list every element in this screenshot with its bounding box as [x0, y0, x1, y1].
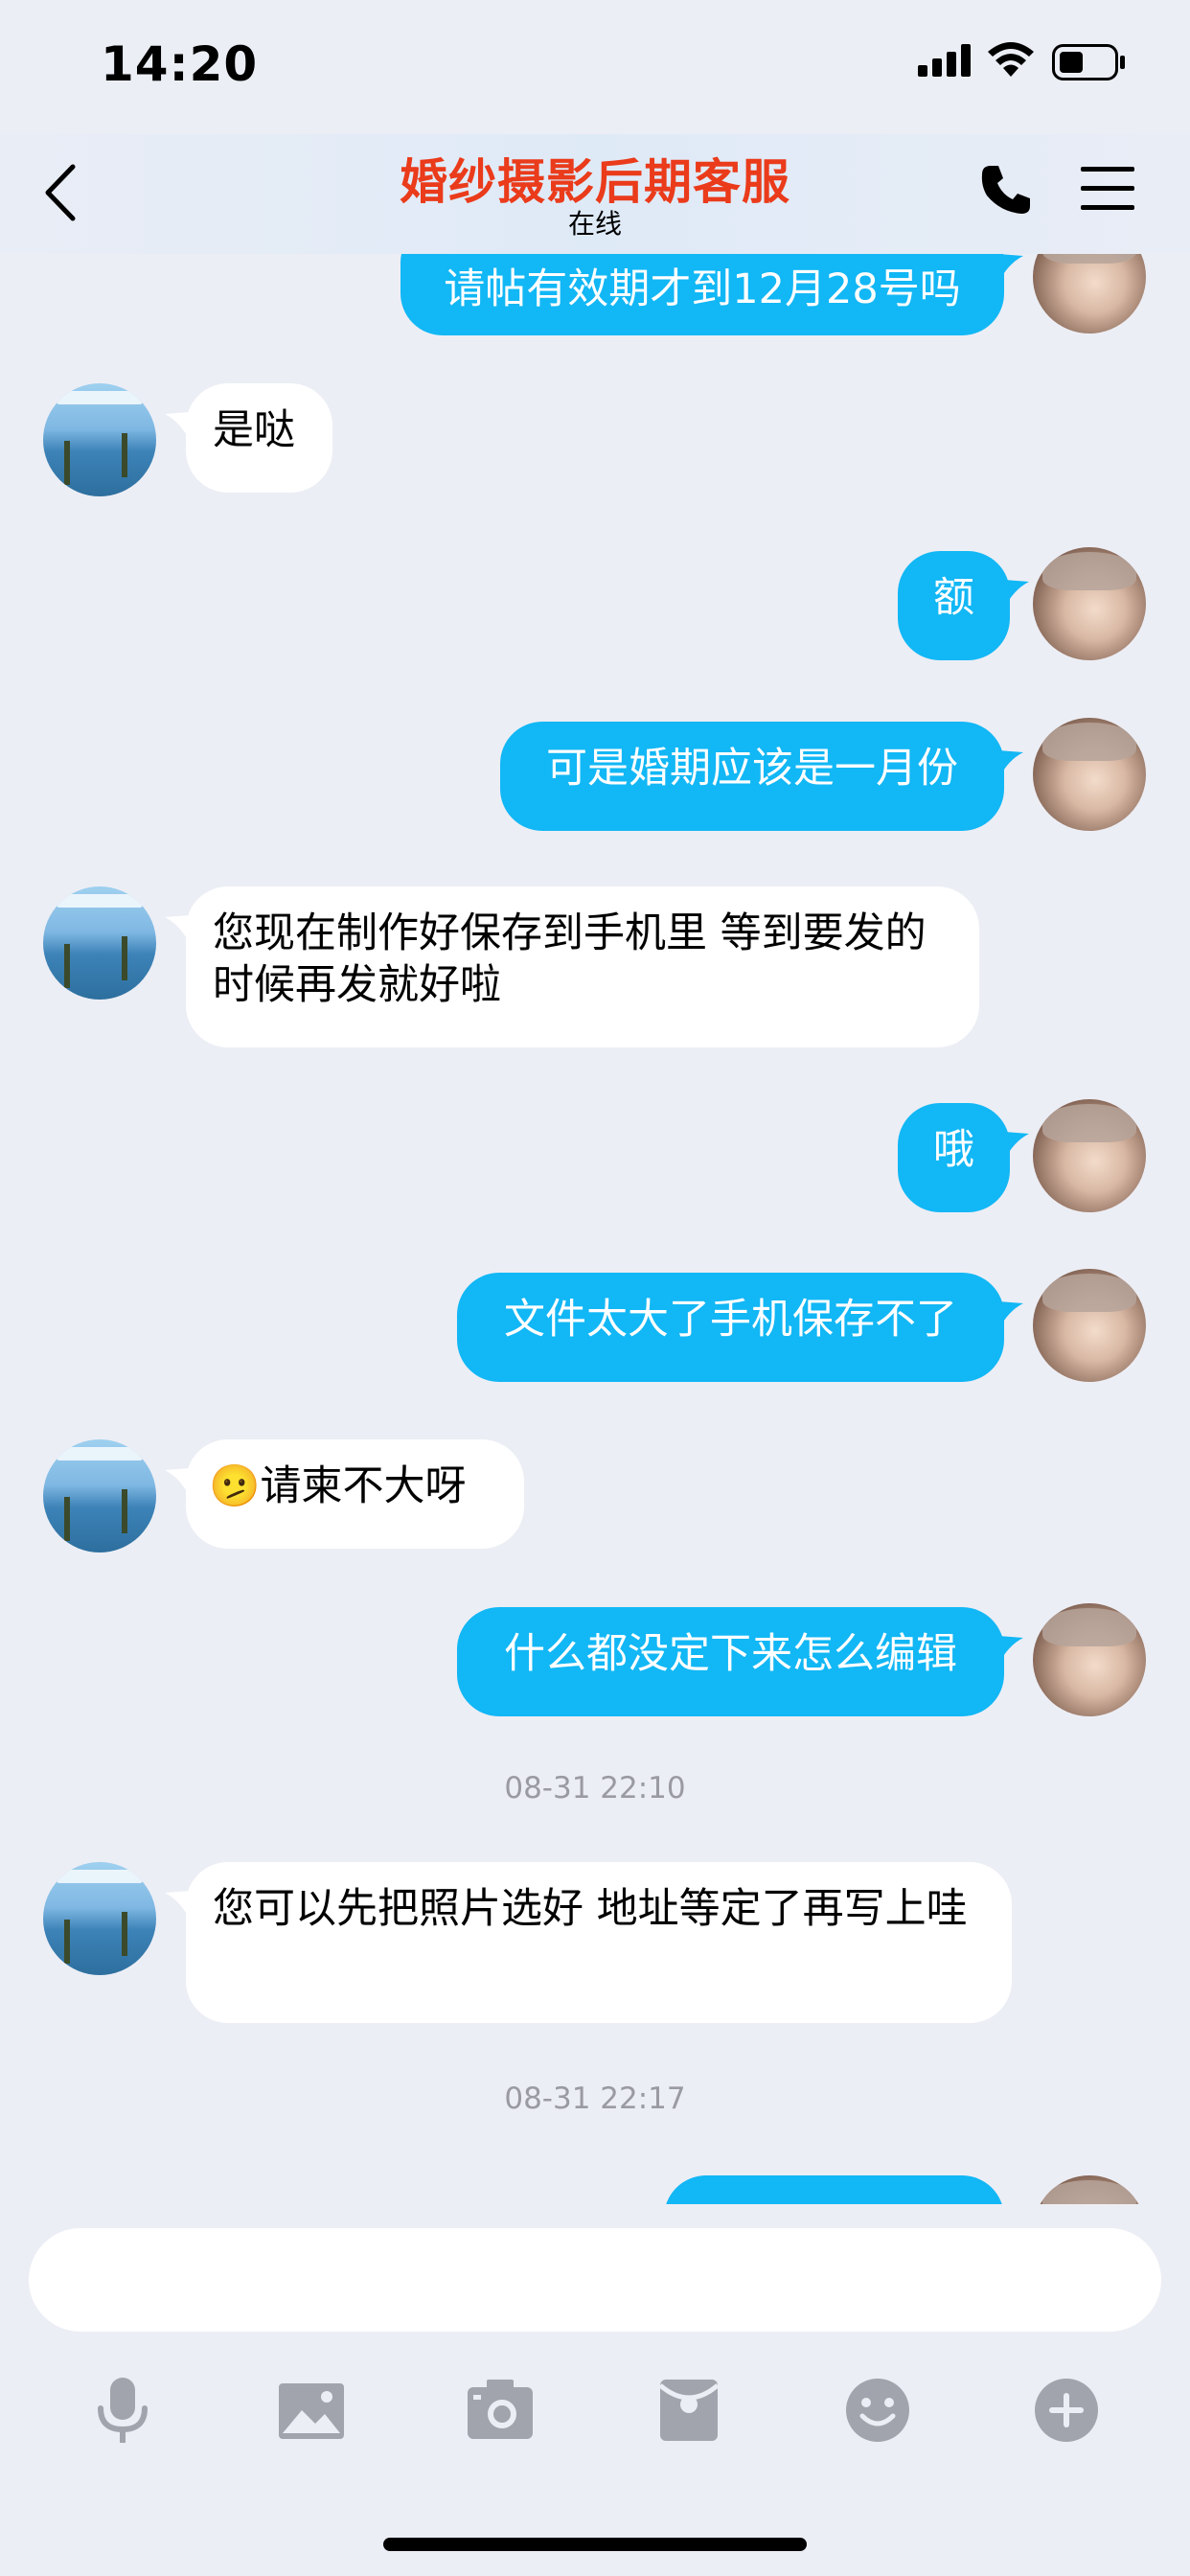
- red-packet-icon[interactable]: [651, 2372, 727, 2449]
- avatar-contact[interactable]: [43, 383, 156, 496]
- avatar-self[interactable]: [1033, 1099, 1146, 1212]
- message-row-outgoing: 可是婚期应该是一月份: [0, 718, 1190, 837]
- message-row-incoming: 您现在制作好保存到手机里 等到要发的时候再发就好啦: [0, 886, 1190, 1049]
- bubble-tail: [1004, 1132, 1029, 1161]
- message-bubble[interactable]: [664, 2175, 1004, 2204]
- message-input[interactable]: [29, 2228, 1161, 2332]
- message-text: 请柬不大呀: [260, 1462, 467, 1510]
- message-bubble[interactable]: 您可以先把照片选好 地址等定了再写上哇: [186, 1862, 1012, 2023]
- emoji-icon[interactable]: [839, 2372, 916, 2449]
- bubble-tail: [998, 1636, 1023, 1665]
- message-row-outgoing: 额: [0, 547, 1190, 666]
- avatar-self[interactable]: [1033, 1269, 1146, 1382]
- microphone-icon[interactable]: [84, 2372, 161, 2449]
- avatar-self[interactable]: [1033, 547, 1146, 660]
- message-bubble[interactable]: 哦: [898, 1103, 1010, 1212]
- avatar-contact[interactable]: [43, 1439, 156, 1552]
- avatar-self[interactable]: [1033, 718, 1146, 831]
- message-row-outgoing: 请帖有效期才到12月28号吗: [0, 254, 1190, 335]
- message-bubble[interactable]: 额: [898, 551, 1010, 660]
- image-icon[interactable]: [273, 2372, 350, 2449]
- bubble-tail: [998, 254, 1023, 283]
- message-bubble[interactable]: 可是婚期应该是一月份: [500, 722, 1004, 831]
- message-bubble[interactable]: 您现在制作好保存到手机里 等到要发的时候再发就好啦: [186, 886, 979, 1047]
- message-row-outgoing: 什么都没定下来怎么编辑: [0, 1603, 1190, 1722]
- message-row-outgoing: [0, 2175, 1190, 2204]
- camera-icon[interactable]: [462, 2372, 538, 2449]
- message-bubble[interactable]: 🫤请柬不大呀: [186, 1439, 524, 1549]
- status-time: 14:20: [101, 36, 259, 92]
- chat-header: 婚纱摄影后期客服 在线: [0, 134, 1190, 254]
- menu-icon[interactable]: [1081, 165, 1134, 213]
- message-list[interactable]: 请帖有效期才到12月28号吗 是哒 额 可是婚期应该是一月份 您现在制作好保存到…: [0, 254, 1190, 2204]
- avatar-self[interactable]: [1033, 1603, 1146, 1716]
- emoji: 🫤: [209, 1462, 261, 1510]
- message-bubble[interactable]: 什么都没定下来怎么编辑: [457, 1607, 1004, 1716]
- timestamp: 08-31 22:17: [504, 2082, 686, 2116]
- timestamp: 08-31 22:10: [504, 1771, 686, 1806]
- message-row-incoming: 是哒: [0, 383, 1190, 498]
- bubble-tail: [998, 1301, 1023, 1330]
- message-row-incoming: 🫤请柬不大呀: [0, 1439, 1190, 1554]
- cellular-signal-icon: [918, 44, 971, 77]
- message-row-outgoing: 文件太大了手机保存不了: [0, 1269, 1190, 1388]
- phone-call-icon[interactable]: [979, 163, 1033, 217]
- message-row-outgoing: 哦: [0, 1099, 1190, 1218]
- avatar-self[interactable]: [1033, 2175, 1146, 2204]
- avatar-self[interactable]: [1033, 254, 1146, 334]
- wifi-icon: [988, 42, 1034, 77]
- message-bubble[interactable]: 是哒: [186, 383, 332, 493]
- add-icon[interactable]: [1028, 2372, 1105, 2449]
- home-indicator: [383, 2538, 807, 2551]
- message-bubble[interactable]: 请帖有效期才到12月28号吗: [400, 254, 1004, 335]
- message-row-incoming: 您可以先把照片选好 地址等定了再写上哇: [0, 1862, 1190, 2025]
- bubble-tail: [998, 750, 1023, 779]
- message-bubble[interactable]: 文件太大了手机保存不了: [457, 1273, 1004, 1382]
- battery-icon: [1052, 44, 1125, 80]
- bubble-tail: [1004, 580, 1029, 609]
- input-bar: [0, 2204, 1190, 2576]
- avatar-contact[interactable]: [43, 1862, 156, 1975]
- avatar-contact[interactable]: [43, 886, 156, 1000]
- status-bar: 14:20: [0, 0, 1190, 134]
